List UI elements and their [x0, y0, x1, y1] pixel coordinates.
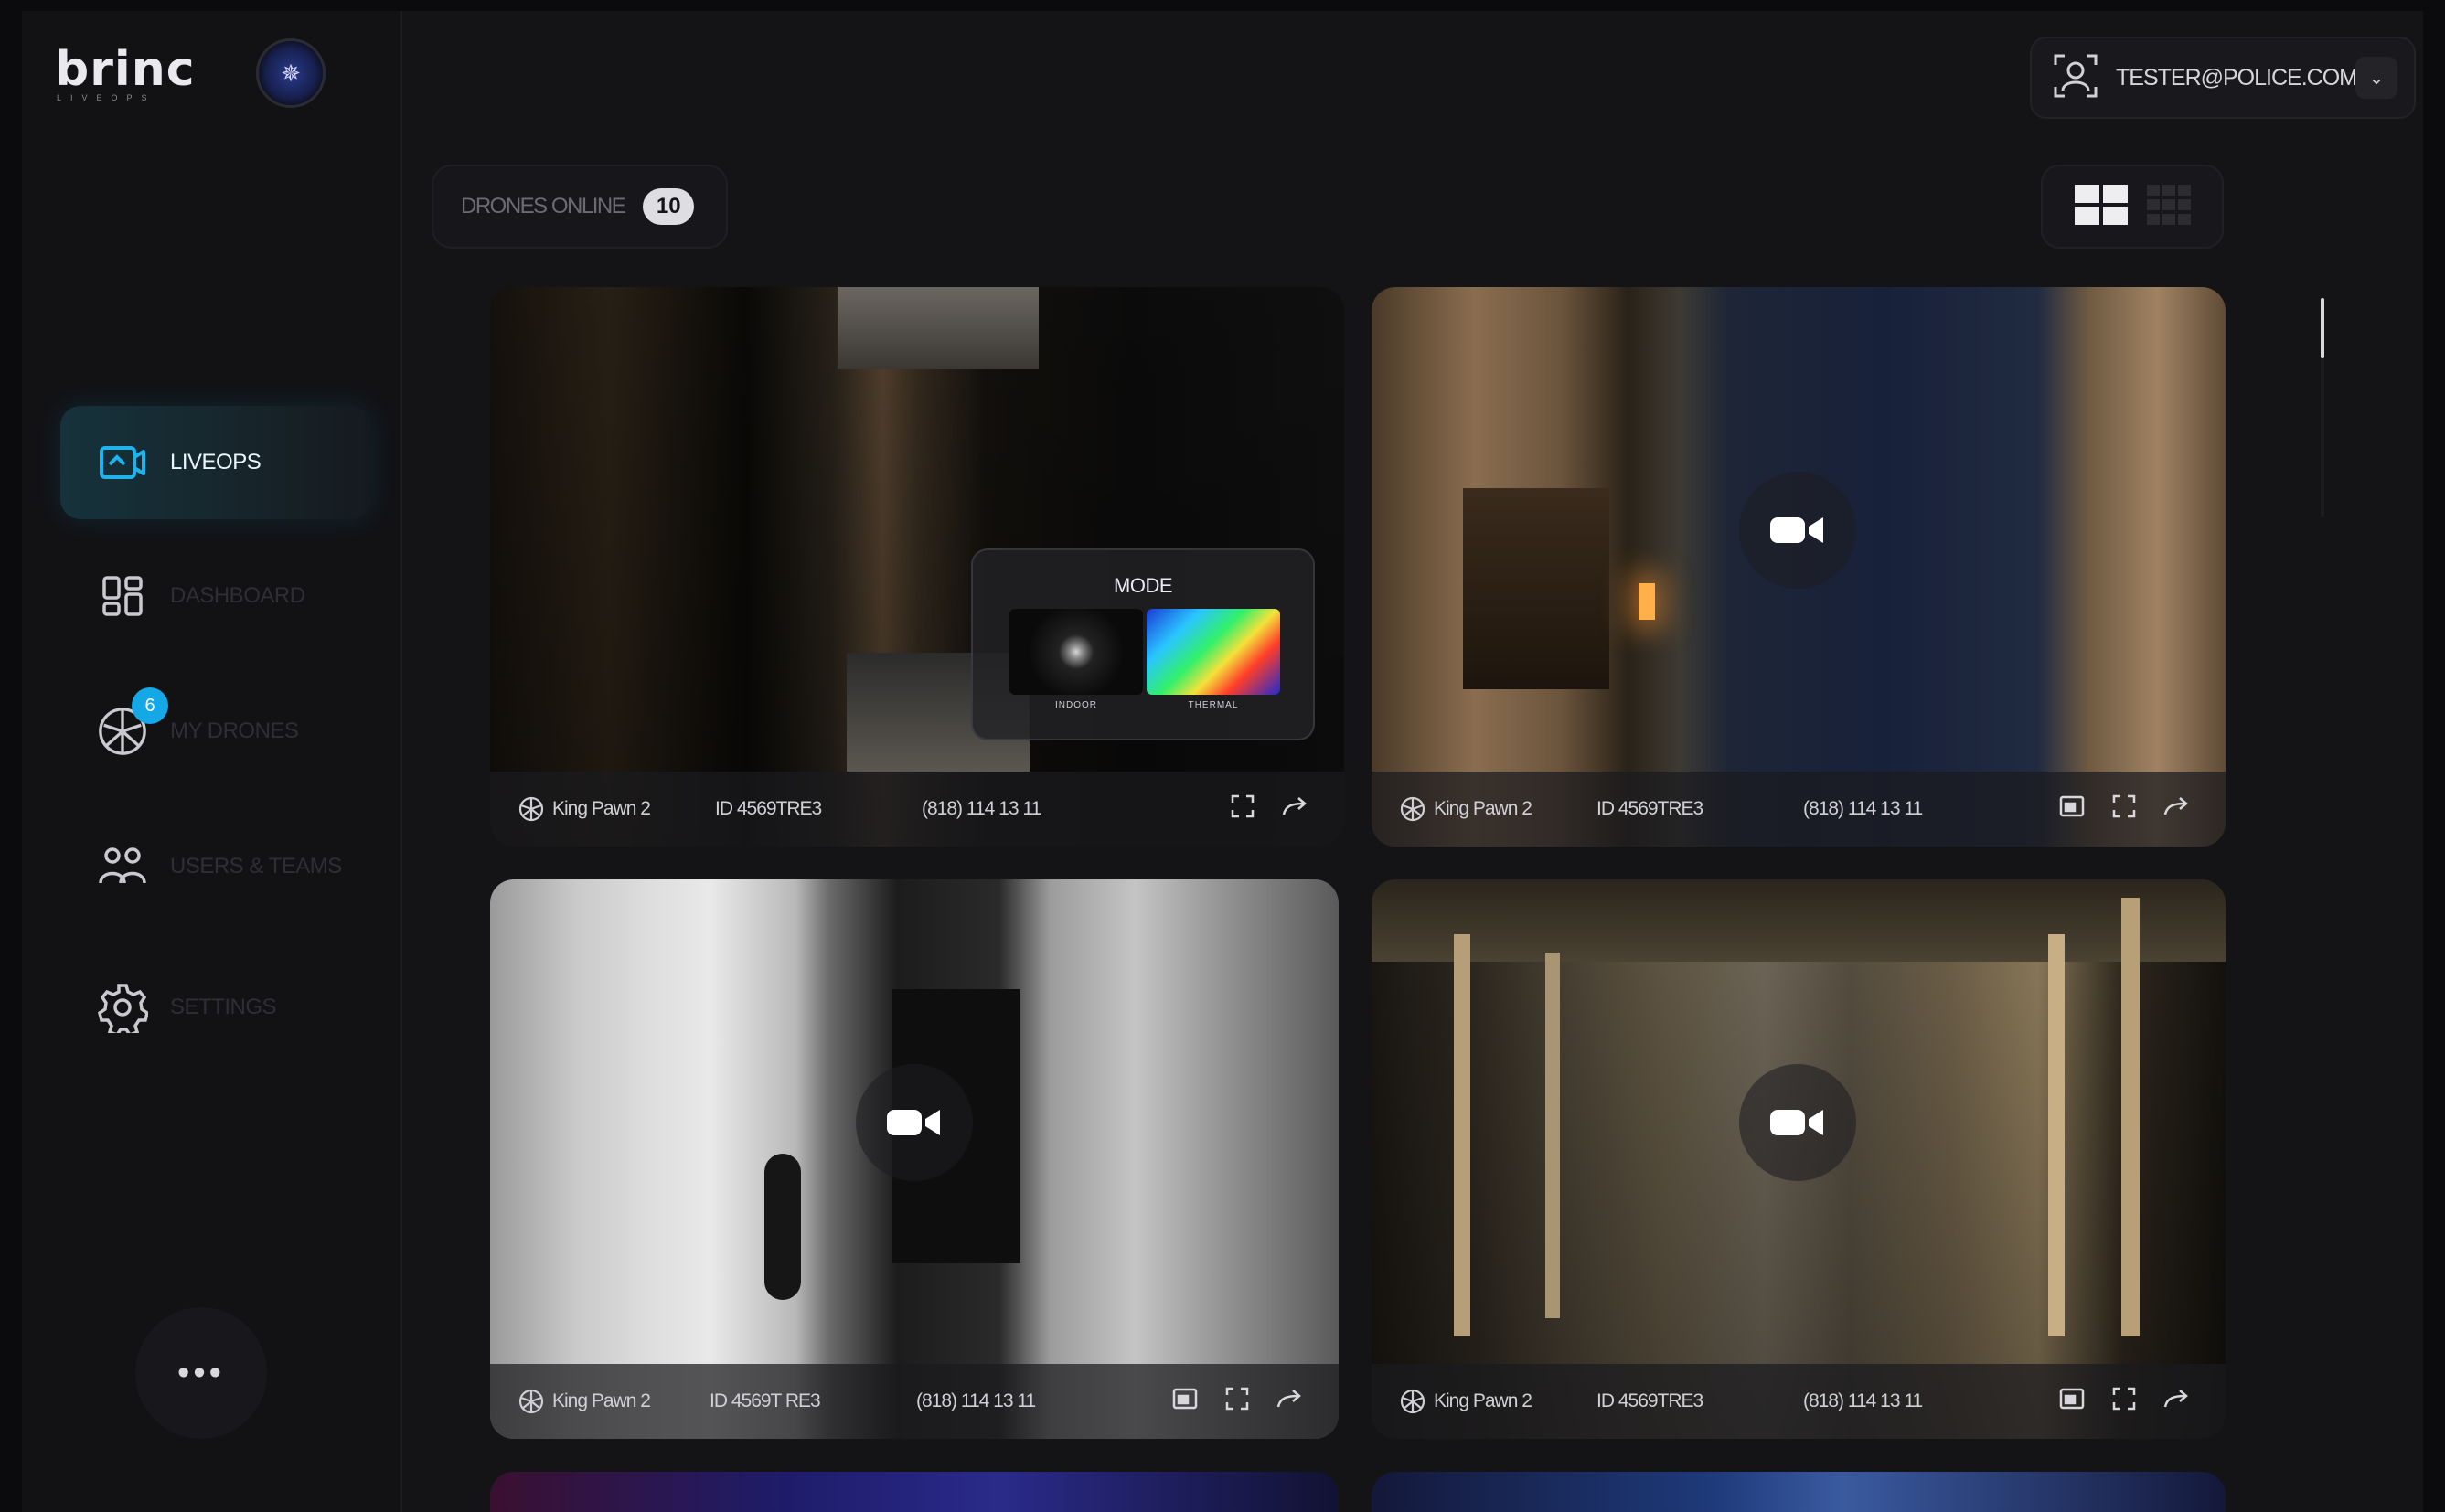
user-menu[interactable]: TESTER@POLICE.COM ⌄ — [2030, 37, 2416, 119]
feed-id: ID 4569TRE3 — [1596, 1390, 1703, 1411]
sidebar-item-settings[interactable]: SETTINGS — [60, 951, 371, 1064]
video-feed-tile[interactable]: King Pawn 2 ID 4569TRE3 (818) 114 13 11 — [1372, 287, 2226, 847]
video-camera-icon[interactable] — [856, 1064, 973, 1181]
drones-online-pill: DRONES ONLINE 10 — [432, 165, 728, 249]
sidebar-item-label: MY DRONES — [170, 719, 299, 743]
sidebar-item-my-drones[interactable]: 6 MY DRONES — [60, 675, 371, 788]
drones-online-count: 10 — [643, 188, 695, 225]
feed-phone: (818) 114 13 11 — [916, 1390, 1036, 1411]
share-icon[interactable] — [1276, 1389, 1302, 1414]
users-icon — [97, 841, 148, 892]
share-icon[interactable] — [1282, 796, 1308, 822]
video-camera-icon[interactable] — [1739, 472, 1856, 589]
drones-count-badge: 6 — [132, 687, 168, 724]
grid-large-icon[interactable] — [2074, 184, 2128, 229]
video-feed-tile[interactable]: King Pawn 2 ID 4569TRE3 (818) 114 13 11 — [1372, 879, 2226, 1439]
feed-name: King Pawn 2 — [518, 1388, 651, 1415]
share-icon[interactable] — [2163, 1389, 2189, 1414]
feed-id: ID 4569TRE3 — [1596, 798, 1703, 819]
feed-name: King Pawn 2 — [518, 795, 651, 823]
sidebar-item-label: SETTINGS — [170, 995, 277, 1019]
brand-logo: brinc — [55, 42, 196, 97]
user-avatar-icon — [2048, 48, 2103, 108]
mode-option-label: INDOOR — [1055, 700, 1097, 710]
fullscreen-icon[interactable] — [1231, 794, 1255, 824]
gear-icon — [97, 982, 148, 1033]
mode-popup: MODE INDOOR THERMAL — [971, 548, 1315, 740]
fullscreen-icon[interactable] — [2112, 794, 2136, 824]
video-feed-tile[interactable] — [1372, 1472, 2226, 1512]
scrollbar-thumb[interactable] — [2321, 298, 2324, 358]
police-seal-icon: ✵ — [256, 38, 326, 108]
video-camera-icon[interactable] — [1739, 1064, 1856, 1181]
feed-info-bar: King Pawn 2 ID 4569TRE3 (818) 114 13 11 — [1372, 772, 2226, 847]
fullscreen-icon[interactable] — [1225, 1387, 1249, 1416]
feed-name: King Pawn 2 — [1399, 1388, 1532, 1415]
user-email: TESTER@POLICE.COM — [2116, 64, 2358, 91]
sidebar-item-liveops[interactable]: LIVEOPS — [60, 406, 371, 519]
picture-in-picture-icon[interactable] — [1172, 1388, 1198, 1415]
feed-phone: (818) 114 13 11 — [922, 798, 1041, 819]
drones-online-label: DRONES ONLINE — [461, 194, 626, 218]
feed-phone: (818) 114 13 11 — [1803, 798, 1923, 819]
grid-small-icon[interactable] — [2146, 184, 2191, 229]
picture-in-picture-icon[interactable] — [2059, 795, 2085, 823]
mode-option-thermal[interactable] — [1147, 609, 1280, 695]
liveops-icon — [97, 437, 148, 488]
drone-icon — [518, 1389, 544, 1414]
feed-id: ID 4569TRE3 — [715, 798, 822, 819]
more-button[interactable]: ••• — [135, 1307, 267, 1439]
sidebar-item-label: LIVEOPS — [170, 450, 262, 474]
drone-icon — [1400, 1389, 1425, 1414]
sidebar-item-dashboard[interactable]: DASHBOARD — [60, 539, 371, 653]
feed-id: ID 4569T RE3 — [710, 1390, 821, 1411]
chevron-down-icon[interactable]: ⌄ — [2355, 57, 2397, 99]
sidebar-item-label: DASHBOARD — [170, 583, 305, 608]
video-feed-tile[interactable]: King Pawn 2 ID 4569T RE3 (818) 114 13 11 — [490, 879, 1339, 1439]
mode-popup-title: MODE — [1114, 574, 1173, 597]
fullscreen-icon[interactable] — [2112, 1387, 2136, 1416]
sidebar-item-users-teams[interactable]: USERS & TEAMS — [60, 810, 371, 923]
feed-info-bar: King Pawn 2 ID 4569TRE3 (818) 114 13 11 — [490, 772, 1344, 847]
video-feed-tile[interactable]: MODE INDOOR THERMAL King Pawn 2 ID 4569T… — [490, 287, 1344, 847]
feed-name: King Pawn 2 — [1399, 795, 1532, 823]
view-toggle — [2041, 165, 2224, 249]
feed-phone: (818) 114 13 11 — [1803, 1390, 1923, 1411]
drone-icon — [518, 796, 544, 822]
drone-icon — [1400, 796, 1425, 822]
sidebar-item-label: USERS & TEAMS — [170, 854, 342, 878]
mode-option-indoor[interactable] — [1009, 609, 1143, 695]
video-feed-tile[interactable] — [490, 1472, 1339, 1512]
mode-option-label: THERMAL — [1188, 700, 1239, 710]
brand-subline: LIVEOPS — [57, 93, 156, 102]
picture-in-picture-icon[interactable] — [2059, 1388, 2085, 1415]
dashboard-icon — [97, 570, 148, 622]
feed-info-bar: King Pawn 2 ID 4569T RE3 (818) 114 13 11 — [490, 1364, 1339, 1439]
share-icon[interactable] — [2163, 796, 2189, 822]
feed-info-bar: King Pawn 2 ID 4569TRE3 (818) 114 13 11 — [1372, 1364, 2226, 1439]
